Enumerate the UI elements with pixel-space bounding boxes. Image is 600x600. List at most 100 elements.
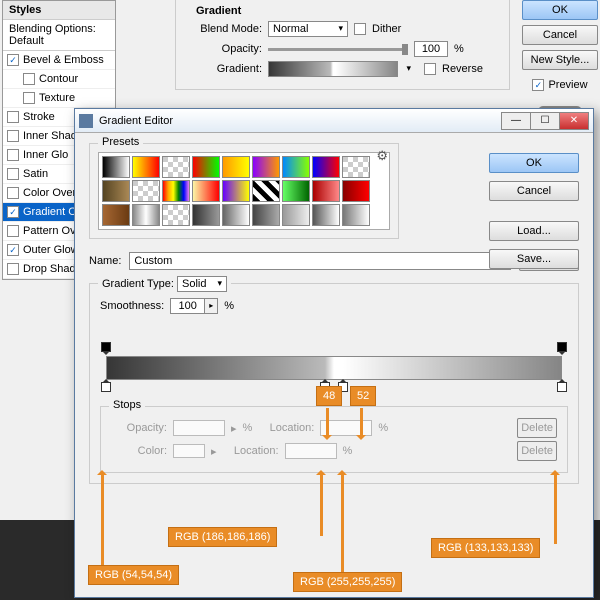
stop-opacity-label: Opacity: <box>111 422 167 434</box>
opacity-field[interactable]: 100 <box>414 41 448 57</box>
dither-checkbox[interactable] <box>354 23 366 35</box>
stop-color-label: Color: <box>111 445 167 457</box>
preset-swatch[interactable] <box>312 204 340 226</box>
gradient-type-label: Gradient Type: <box>102 278 174 290</box>
sidebar-item-label: Stroke <box>23 111 55 123</box>
smoothness-spinner[interactable]: 100 ▸ <box>170 298 218 314</box>
sidebar-item-label: Satin <box>23 168 48 180</box>
annotation-p52: 52 <box>350 386 376 406</box>
new-style-button[interactable]: New Style... <box>522 50 598 70</box>
stop-location-label2: Location: <box>223 445 279 457</box>
checkbox[interactable] <box>23 73 35 85</box>
preset-swatch[interactable] <box>162 156 190 178</box>
checkbox[interactable] <box>7 263 19 275</box>
sidebar-item-label: Gradient C <box>23 206 76 218</box>
color-stop[interactable] <box>557 382 567 392</box>
preset-swatch[interactable] <box>282 156 310 178</box>
gradient-editor-titlebar[interactable]: Gradient Editor — ☐ ✕ <box>75 109 593 133</box>
gear-icon[interactable]: ⚙ <box>376 148 388 164</box>
checkbox[interactable] <box>7 130 19 142</box>
presets-group: Presets ⚙ <box>89 143 399 239</box>
sidebar-item[interactable]: Contour <box>3 70 115 89</box>
smoothness-unit: % <box>224 300 234 312</box>
preset-swatch[interactable] <box>252 180 280 202</box>
color-stop[interactable] <box>101 382 111 392</box>
maximize-button[interactable]: ☐ <box>530 112 560 130</box>
preset-swatch[interactable] <box>102 204 130 226</box>
checkbox[interactable]: ✓ <box>7 54 19 66</box>
opacity-stop[interactable] <box>101 342 111 352</box>
cancel-button[interactable]: Cancel <box>522 25 598 45</box>
preset-swatch[interactable] <box>132 204 160 226</box>
preset-swatch[interactable] <box>192 156 220 178</box>
opacity-stop[interactable] <box>557 342 567 352</box>
gradient-sublegend: Gradient <box>196 5 497 17</box>
preset-swatch[interactable] <box>102 180 130 202</box>
preset-swatch[interactable] <box>222 180 250 202</box>
preset-swatch[interactable] <box>282 204 310 226</box>
preview-label: Preview <box>548 79 587 91</box>
checkbox[interactable] <box>7 168 19 180</box>
checkbox[interactable] <box>7 225 19 237</box>
chevron-right-icon[interactable]: ▸ <box>205 299 217 313</box>
stop-color-swatch[interactable] <box>173 444 205 458</box>
smoothness-field[interactable]: 100 <box>171 299 205 313</box>
sidebar-item-label: Inner Shad <box>23 130 77 142</box>
smoothness-label: Smoothness: <box>100 300 164 312</box>
ge-save-button[interactable]: Save... <box>489 249 579 269</box>
preset-swatch[interactable] <box>192 204 220 226</box>
checkbox[interactable] <box>7 149 19 161</box>
sidebar-item-label: Bevel & Emboss <box>23 54 104 66</box>
blending-options-row[interactable]: Blending Options: Default <box>3 20 115 51</box>
reverse-checkbox[interactable] <box>424 63 436 75</box>
close-button[interactable]: ✕ <box>559 112 589 130</box>
preset-swatch[interactable] <box>222 204 250 226</box>
preset-swatch[interactable] <box>162 180 190 202</box>
preset-swatch[interactable] <box>282 180 310 202</box>
preset-swatch[interactable] <box>252 156 280 178</box>
sidebar-item[interactable]: ✓ Bevel & Emboss <box>3 51 115 70</box>
preview-checkbox[interactable]: ✓ <box>532 79 544 91</box>
app-icon <box>79 114 93 128</box>
ge-cancel-button[interactable]: Cancel <box>489 181 579 201</box>
preset-swatch[interactable] <box>342 180 370 202</box>
preset-swatch[interactable] <box>222 156 250 178</box>
preset-swatch[interactable] <box>342 204 370 226</box>
preset-swatch[interactable] <box>132 156 160 178</box>
opacity-slider[interactable] <box>268 48 408 51</box>
delete-opacity-stop-button[interactable]: Delete <box>517 418 557 438</box>
delete-color-stop-button[interactable]: Delete <box>517 441 557 461</box>
preset-swatch[interactable] <box>162 204 190 226</box>
sidebar-item-label: Texture <box>39 92 75 104</box>
ok-button[interactable]: OK <box>522 0 598 20</box>
gradient-type-select[interactable]: Solid <box>177 276 227 292</box>
sidebar-item[interactable]: Texture <box>3 89 115 108</box>
gradient-swatch[interactable] <box>268 61 398 77</box>
name-label: Name: <box>89 255 121 267</box>
annotation-c1: RGB (54,54,54) <box>88 565 179 585</box>
preset-swatch[interactable] <box>312 180 340 202</box>
gradient-editor-title: Gradient Editor <box>99 115 173 127</box>
stop-color-location-field[interactable] <box>285 443 337 459</box>
preset-swatch[interactable] <box>312 156 340 178</box>
checkbox[interactable]: ✓ <box>7 244 19 256</box>
blend-mode-label: Blend Mode: <box>188 23 262 35</box>
gradient-overlay-group: Gradient Overlay Gradient Blend Mode: No… <box>175 0 510 90</box>
preset-swatch[interactable] <box>132 180 160 202</box>
preset-swatch[interactable] <box>102 156 130 178</box>
preset-swatch[interactable] <box>342 156 370 178</box>
stops-group: Stops Opacity: ▸ % Location: % Delete Co… <box>100 406 568 473</box>
stop-opacity-field[interactable] <box>173 420 225 436</box>
checkbox[interactable] <box>7 187 19 199</box>
checkbox[interactable] <box>23 92 35 104</box>
ge-ok-button[interactable]: OK <box>489 153 579 173</box>
minimize-button[interactable]: — <box>501 112 531 130</box>
checkbox[interactable] <box>7 111 19 123</box>
name-input[interactable] <box>129 252 511 270</box>
preset-swatch[interactable] <box>192 180 220 202</box>
preset-grid[interactable] <box>98 152 390 230</box>
checkbox[interactable]: ✓ <box>7 206 19 218</box>
ge-load-button[interactable]: Load... <box>489 221 579 241</box>
blend-mode-select[interactable]: Normal <box>268 21 348 37</box>
preset-swatch[interactable] <box>252 204 280 226</box>
